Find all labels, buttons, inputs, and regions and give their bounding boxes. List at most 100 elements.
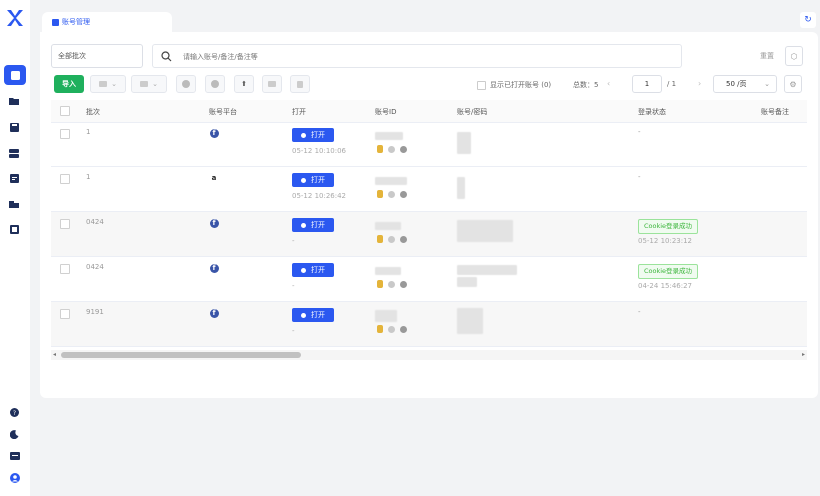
table-row[interactable]: 1 f 打开 05-12 10:10:06 - [51, 122, 807, 167]
scroll-right-icon[interactable]: ▸ [802, 351, 805, 358]
next-page-icon[interactable]: › [698, 79, 701, 88]
column-settings-icon[interactable]: ⚙ [784, 75, 802, 93]
account-id-actions [377, 325, 407, 333]
amazon-icon: a [211, 174, 217, 182]
help-icon[interactable]: ? [9, 407, 20, 418]
copy-icon[interactable] [388, 235, 395, 243]
tab-bar: 账号管理 ↻ [40, 8, 820, 32]
account-id-actions [377, 190, 407, 198]
card-icon[interactable] [8, 173, 20, 183]
sidebar: ? [0, 0, 30, 496]
upload-icon-button[interactable]: ⬆ [234, 75, 254, 93]
folder-icon[interactable] [8, 96, 20, 106]
login-status: - [638, 308, 641, 316]
page-input[interactable]: 1 [632, 75, 662, 93]
reset-button[interactable]: 重置 [760, 51, 774, 61]
open-time: 05-12 10:26:42 [292, 192, 347, 200]
table-row[interactable]: 0424 f 打开 - Cookie登录成功 05-12 10:23:12 [51, 212, 807, 257]
row-batch: 0424 [86, 263, 104, 271]
delete-icon-button[interactable] [290, 75, 310, 93]
copy-icon[interactable] [388, 145, 395, 153]
search-box[interactable] [152, 44, 682, 68]
copy-icon[interactable] [388, 280, 395, 288]
account-id-actions [377, 235, 407, 243]
row-batch: 1 [86, 173, 91, 181]
open-button[interactable]: 打开 [292, 263, 334, 277]
tab-account-manage[interactable]: 账号管理 [42, 12, 172, 32]
search-input[interactable] [181, 49, 665, 65]
show-opened-toggle[interactable]: 显示已打开账号 (0) [477, 80, 551, 90]
account-id-redacted [375, 267, 401, 275]
key-icon[interactable] [377, 145, 383, 153]
open-time: - [292, 237, 295, 245]
page-size-select[interactable]: 50 /页 ⌄ [713, 75, 777, 93]
scrollbar-thumb[interactable] [61, 352, 301, 358]
col-login-status: 登录状态 [638, 108, 666, 116]
col-account-id: 账号ID [375, 108, 397, 116]
row-checkbox[interactable] [60, 219, 70, 229]
horizontal-scrollbar[interactable]: ◂ ▸ [51, 350, 807, 360]
filter-settings-icon[interactable]: ⬡ [785, 46, 803, 66]
batch-select[interactable]: 全部批次 [51, 44, 143, 68]
open-label: 打开 [311, 176, 325, 184]
facebook-icon: f [209, 263, 219, 273]
user-icon[interactable] [9, 472, 20, 483]
col-remark: 账号备注 [761, 108, 789, 116]
window-icon[interactable] [8, 224, 20, 234]
prev-page-icon[interactable]: ‹ [607, 79, 610, 88]
key-icon[interactable] [377, 325, 383, 333]
facebook-icon: f [209, 128, 219, 138]
row-checkbox[interactable] [60, 174, 70, 184]
login-status-badge: Cookie登录成功 [638, 264, 699, 279]
account-password-redacted [457, 177, 465, 199]
building-icon[interactable] [8, 198, 20, 208]
show-opened-label: 显示已打开账号 (0) [490, 81, 552, 89]
open-button[interactable]: 打开 [292, 128, 334, 142]
server-icon[interactable] [8, 148, 20, 158]
col-batch: 批次 [86, 108, 100, 116]
key-icon[interactable] [377, 280, 383, 288]
open-button[interactable]: 打开 [292, 173, 334, 187]
table-row[interactable]: 9191 f 打开 - - [51, 302, 807, 347]
show-opened-checkbox[interactable] [477, 80, 486, 90]
refresh-icon[interactable]: ↻ [800, 12, 816, 28]
account-password-redacted [457, 220, 513, 242]
app-logo [5, 8, 25, 28]
settings-icon-button[interactable] [205, 75, 225, 93]
login-time: 04-24 15:46:27 [638, 282, 693, 290]
row-checkbox[interactable] [60, 264, 70, 274]
open-button[interactable]: 打开 [292, 308, 334, 322]
open-button[interactable]: 打开 [292, 218, 334, 232]
export-icon-button[interactable] [262, 75, 282, 93]
account-id-actions [377, 145, 407, 153]
list-dropdown-button[interactable]: ⌄ [131, 75, 167, 93]
key-icon[interactable] [377, 190, 383, 198]
sync-icon-button[interactable] [176, 75, 196, 93]
table-header: 批次 账号平台 打开 账号ID 账号/密码 登录状态 账号备注 [51, 100, 807, 123]
row-checkbox[interactable] [60, 309, 70, 319]
key-icon[interactable] [377, 235, 383, 243]
row-batch: 9191 [86, 308, 104, 316]
account-id-redacted [375, 310, 397, 322]
login-status-badge: Cookie登录成功 [638, 219, 699, 234]
scroll-left-icon[interactable]: ◂ [53, 351, 56, 358]
info-icon[interactable] [400, 145, 407, 153]
select-all-checkbox[interactable] [60, 106, 70, 116]
info-icon[interactable] [400, 280, 407, 288]
import-button[interactable]: 导入 [54, 75, 84, 93]
table-row[interactable]: 1 a 打开 05-12 10:26:42 - [51, 167, 807, 212]
table-row[interactable]: 0424 f 打开 - Cookie登录成功 04-24 15:46:27 [51, 257, 807, 302]
copy-icon[interactable] [388, 190, 395, 198]
account-password-redacted [457, 277, 477, 287]
info-icon[interactable] [400, 190, 407, 198]
row-checkbox[interactable] [60, 129, 70, 139]
batch-dropdown-button[interactable]: ⌄ [90, 75, 126, 93]
info-icon[interactable] [400, 235, 407, 243]
language-icon[interactable] [9, 450, 20, 461]
info-icon[interactable] [400, 325, 407, 333]
dark-mode-icon[interactable] [9, 429, 20, 440]
nav-account-manage[interactable] [4, 65, 26, 85]
save-icon[interactable] [8, 122, 20, 132]
account-id-redacted [375, 222, 401, 230]
copy-icon[interactable] [388, 325, 395, 333]
